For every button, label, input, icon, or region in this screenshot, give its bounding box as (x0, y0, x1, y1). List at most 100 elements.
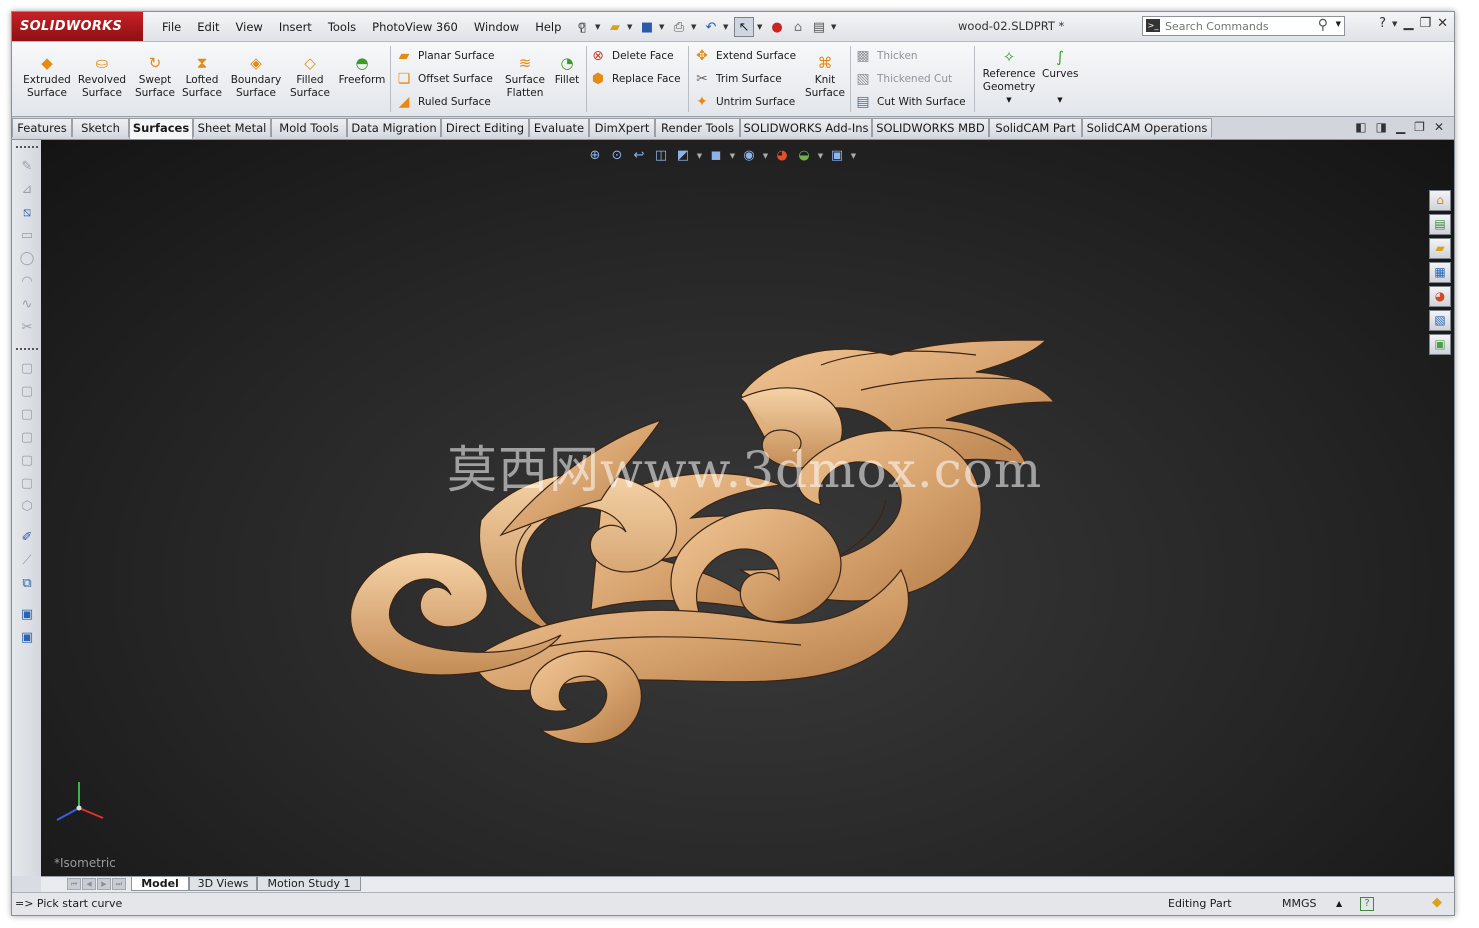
solidworks-forum-icon[interactable]: ▣ (1429, 334, 1451, 355)
tab-solidcam-part[interactable]: SolidCAM Part (989, 118, 1082, 137)
fillet-button[interactable]: ◔ Fillet (550, 54, 584, 87)
thicken-button[interactable]: ▩ Thicken (854, 46, 917, 66)
search-icon[interactable]: ⚲ (1318, 17, 1328, 33)
chevron-down-icon[interactable]: ▼ (831, 23, 839, 31)
chevron-down-icon[interactable]: ▼ (691, 23, 699, 31)
tab-solidworks-add-ins[interactable]: SOLIDWORKS Add-Ins (740, 118, 872, 137)
layer-icon[interactable]: ▣ (18, 606, 36, 624)
chevron-down-icon[interactable]: ▼ (757, 23, 765, 31)
freeform-button[interactable]: ◓ Freeform (338, 54, 386, 87)
view-isometric-icon[interactable]: ⬡ (18, 498, 36, 516)
menu-window[interactable]: Window (466, 20, 527, 34)
view-palette-icon[interactable]: ▦ (1429, 262, 1451, 283)
print-icon[interactable]: ⎙ (670, 18, 688, 36)
minimize-icon[interactable]: ▁ (1396, 120, 1405, 134)
open-folder-icon[interactable]: ▰ (606, 18, 624, 36)
cut-with-surface-button[interactable]: ▤ Cut With Surface (854, 92, 965, 112)
menu-photoview[interactable]: PhotoView 360 (364, 20, 466, 34)
surface-flatten-button[interactable]: ≋ Surface Flatten (502, 54, 548, 100)
arc-icon[interactable]: ◠ (18, 273, 36, 291)
chevron-down-icon[interactable]: ▼ (595, 23, 603, 31)
save-icon[interactable]: ■ (638, 18, 656, 36)
swept-surface-button[interactable]: ↻ Swept Surface (132, 54, 178, 100)
tab-model[interactable]: Model (131, 877, 189, 891)
relations-icon[interactable]: ⟋ (18, 552, 36, 570)
offset-surface-button[interactable]: ❏ Offset Surface (395, 69, 493, 89)
lofted-surface-button[interactable]: ⧗ Lofted Surface (178, 54, 226, 100)
undo-icon[interactable]: ↶ (702, 18, 720, 36)
new-document-icon[interactable]: ▯ (574, 18, 592, 36)
chevron-down-icon[interactable]: ▼ (1042, 94, 1078, 107)
tab-features[interactable]: Features (12, 118, 72, 137)
tab-direct-editing[interactable]: Direct Editing (441, 118, 529, 137)
sketch-icon[interactable]: ✎ (18, 158, 36, 176)
ruled-surface-button[interactable]: ◢ Ruled Surface (395, 92, 491, 112)
tab-data-migration[interactable]: Data Migration (347, 118, 441, 137)
chevron-down-icon[interactable]: ▼ (1392, 20, 1397, 28)
filled-surface-button[interactable]: ◇ Filled Surface (288, 54, 332, 100)
wood-carving-model[interactable] (41, 140, 1454, 876)
toolbar-grip[interactable] (16, 146, 38, 150)
chevron-up-icon[interactable]: ▲ (1336, 899, 1342, 908)
tab-surfaces[interactable]: Surfaces (129, 118, 193, 139)
trim-icon[interactable]: ✂ (18, 319, 36, 337)
file-explorer-icon[interactable]: ▰ (1429, 238, 1451, 259)
tab-motion-study-1[interactable]: Motion Study 1 (257, 877, 361, 891)
smart-dimension-icon[interactable]: ⊿ (18, 181, 36, 199)
extend-surface-button[interactable]: ✥ Extend Surface (693, 46, 796, 66)
spline-icon[interactable]: ∿ (18, 296, 36, 314)
previous-icon[interactable]: ◧ (1355, 120, 1366, 134)
appearances-icon[interactable]: ◕ (1429, 286, 1451, 307)
close-icon[interactable]: ✕ (1434, 120, 1444, 134)
graphics-viewport[interactable]: ⊕ ⊙ ↩ ◫ ◩ ▼ ◼ ▼ ◉ ▼ ◕ ◒ ▼ ▣ ▼ 莫西网www.3dm… (41, 140, 1454, 876)
view-back-icon[interactable]: ▢ (18, 383, 36, 401)
view-top-icon[interactable]: ▢ (18, 452, 36, 470)
tab-render-tools[interactable]: Render Tools (655, 118, 740, 137)
tab-sheet-metal[interactable]: Sheet Metal (193, 118, 271, 137)
tab-solidworks-mbd[interactable]: SOLIDWORKS MBD (872, 118, 989, 137)
menu-file[interactable]: File (154, 20, 189, 34)
view-front-icon[interactable]: ▢ (18, 360, 36, 378)
toolbar-grip[interactable] (16, 348, 38, 352)
rebuild-status-icon[interactable]: ◆ (1432, 895, 1442, 910)
knit-surface-button[interactable]: ⌘ Knit Surface (802, 54, 848, 100)
quick-tips-icon[interactable]: ? (1360, 897, 1374, 911)
unit-system[interactable]: MMGS (1282, 897, 1317, 910)
tab-dimxpert[interactable]: DimXpert (589, 118, 655, 137)
extruded-surface-button[interactable]: ◆ Extruded Surface (20, 54, 74, 100)
rectangle-icon[interactable]: ▭ (18, 227, 36, 245)
rebuild-traffic-light-icon[interactable]: ● (768, 18, 786, 36)
chevron-down-icon[interactable]: ▼ (723, 23, 731, 31)
reference-geometry-button[interactable]: ✧ Reference Geometry ▼ (978, 48, 1040, 107)
chevron-down-icon[interactable]: ▼ (1336, 20, 1341, 28)
help-icon[interactable]: ? (1379, 16, 1386, 31)
solidworks-logo[interactable]: SOLIDWORKS (12, 12, 143, 41)
next-icon[interactable]: ◨ (1376, 120, 1387, 134)
trim-surface-button[interactable]: ✂ Trim Surface (693, 69, 782, 89)
revolved-surface-button[interactable]: ⛀ Revolved Surface (76, 54, 128, 100)
menu-view[interactable]: View (228, 20, 271, 34)
first-tab-icon[interactable]: ⏮ (67, 878, 81, 890)
line-icon[interactable]: ⧅ (18, 204, 36, 222)
chevron-down-icon[interactable]: ▼ (978, 94, 1040, 107)
replace-face-button[interactable]: ⬢ Replace Face (589, 69, 681, 89)
search-commands-box[interactable]: >_ ⚲ ▼ (1142, 16, 1345, 36)
select-pointer-icon[interactable]: ↖ (734, 17, 754, 37)
options-icon[interactable]: ▤ (810, 18, 828, 36)
search-input[interactable] (1165, 18, 1315, 34)
menu-edit[interactable]: Edit (189, 20, 227, 34)
minimize-icon[interactable]: ▁ (1403, 16, 1413, 31)
design-library-icon[interactable]: ▤ (1429, 214, 1451, 235)
last-tab-icon[interactable]: ⏭ (112, 878, 126, 890)
restore-icon[interactable]: ❐ (1419, 16, 1431, 31)
layer-properties-icon[interactable]: ▣ (18, 629, 36, 647)
thickened-cut-button[interactable]: ▧ Thickened Cut (854, 69, 952, 89)
tab-evaluate[interactable]: Evaluate (529, 118, 589, 137)
tab-solidcam-operations[interactable]: SolidCAM Operations (1082, 118, 1212, 137)
view-right-icon[interactable]: ▢ (18, 429, 36, 447)
chevron-down-icon[interactable]: ▼ (627, 23, 635, 31)
next-tab-icon[interactable]: ▶ (97, 878, 111, 890)
menu-help[interactable]: Help (527, 20, 569, 34)
tab-sketch[interactable]: Sketch (72, 118, 129, 137)
view-left-icon[interactable]: ▢ (18, 406, 36, 424)
